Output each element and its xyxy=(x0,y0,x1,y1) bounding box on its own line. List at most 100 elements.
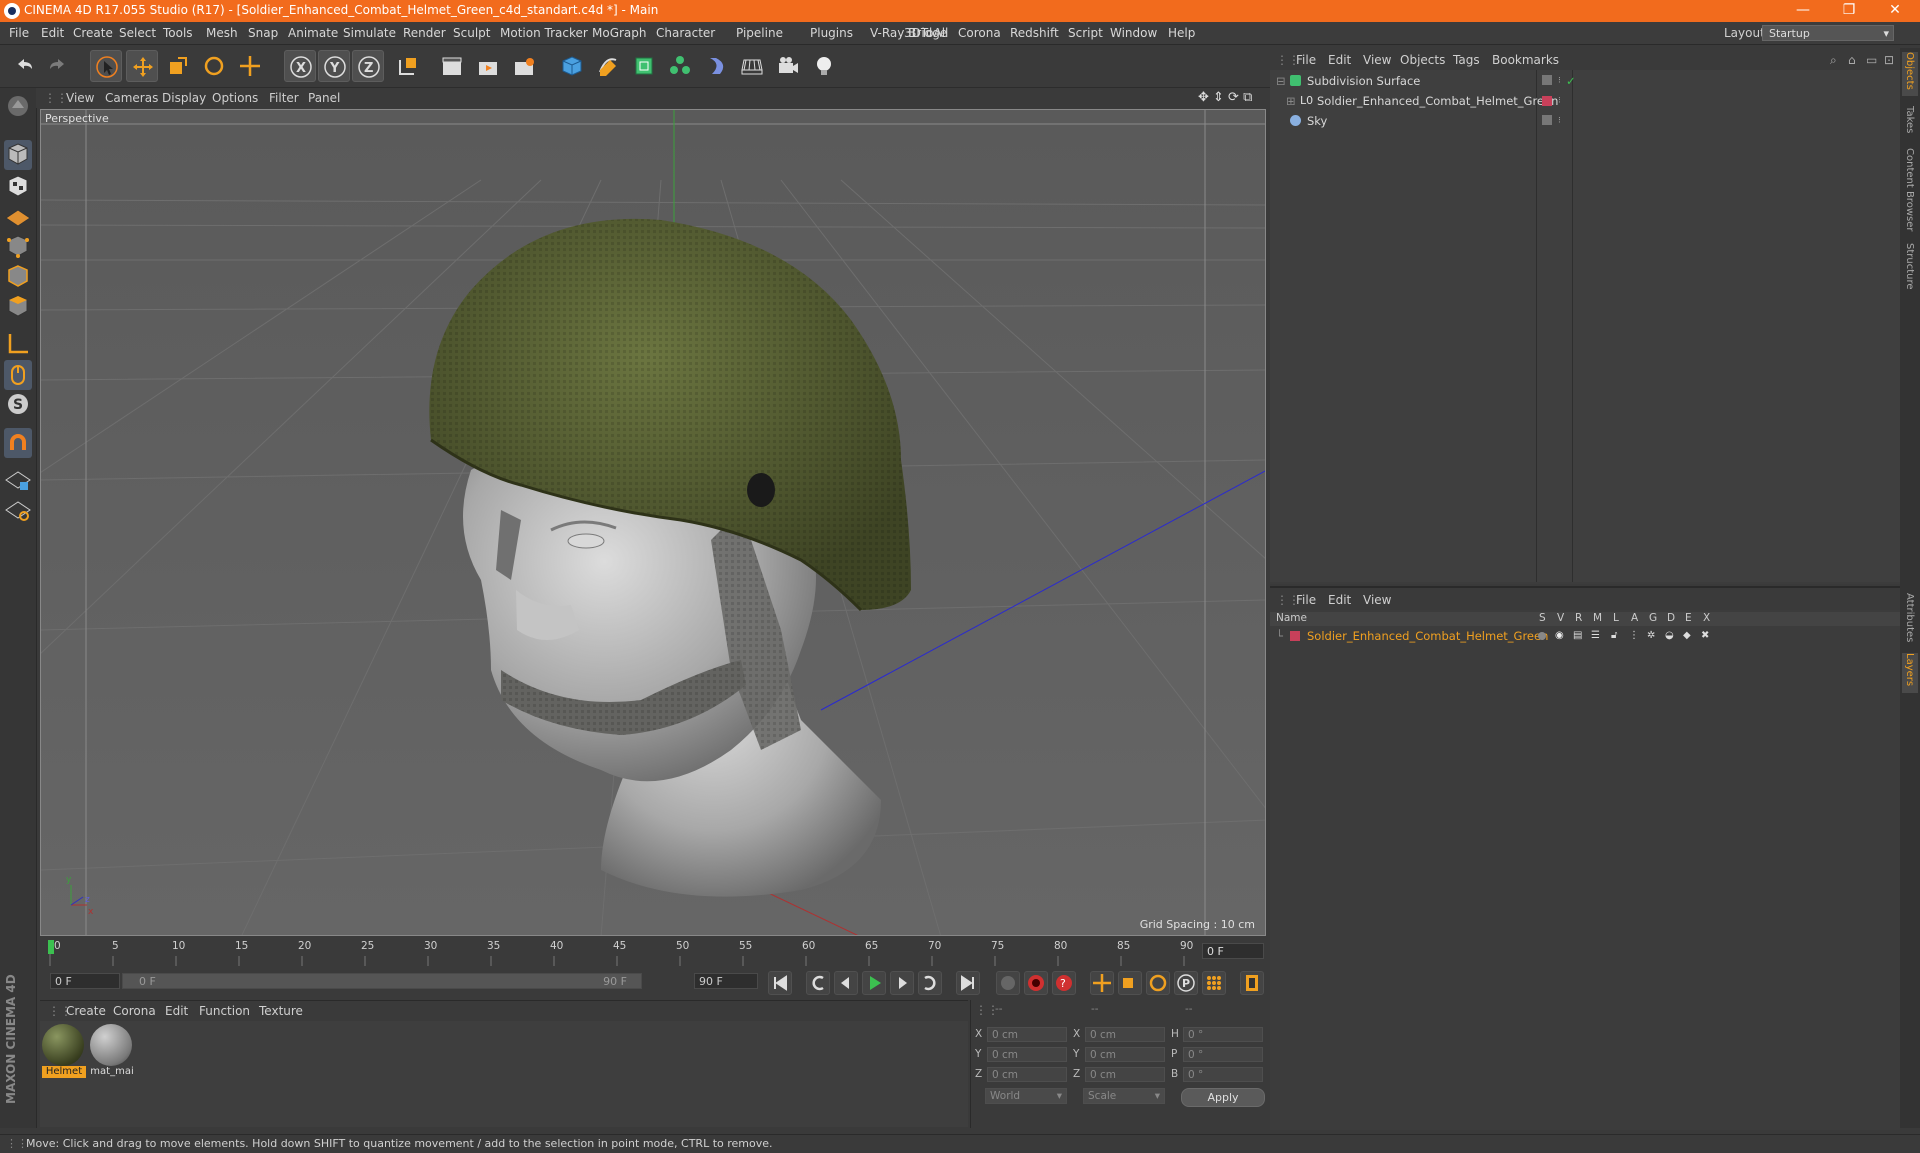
redo-button[interactable] xyxy=(42,50,74,82)
locked-workplane-button[interactable] xyxy=(4,466,32,496)
viewport-nav-icons[interactable]: ✥ ⇕ ⟳ ⧉ xyxy=(1198,90,1252,105)
tab-objects[interactable]: Objects xyxy=(1902,52,1918,96)
menu-redshift[interactable]: Redshift xyxy=(1010,26,1059,40)
expression-icon[interactable]: ◆ xyxy=(1683,628,1691,644)
menu-3dtoall[interactable]: 3DToAll xyxy=(904,26,948,40)
texture-mode-button[interactable] xyxy=(4,172,32,202)
menu-script[interactable]: Script xyxy=(1068,26,1103,40)
generator-icon[interactable]: ✲ xyxy=(1647,628,1655,644)
viewport-menu-options[interactable]: Options xyxy=(212,91,258,105)
menu-select[interactable]: Select xyxy=(119,26,156,40)
tree-expand-icon[interactable]: ⊞ xyxy=(1286,92,1296,110)
solo-toggle-icon[interactable] xyxy=(1538,632,1546,640)
search-icon[interactable]: ⌕ xyxy=(1830,53,1837,68)
model-mode-button[interactable] xyxy=(4,140,32,170)
axis-mode-button[interactable] xyxy=(4,330,32,360)
add-mograph-button[interactable] xyxy=(664,50,696,82)
add-spline-button[interactable] xyxy=(592,50,624,82)
coordinate-space-select[interactable]: World ▾ xyxy=(985,1088,1067,1104)
snap-button[interactable]: S xyxy=(4,390,32,420)
live-selection-button[interactable] xyxy=(90,50,122,82)
current-frame-field[interactable]: 0 F xyxy=(1202,943,1264,959)
rot-b-field[interactable]: 0 ° xyxy=(1183,1067,1263,1082)
objects-menu-edit[interactable]: Edit xyxy=(1328,53,1351,67)
object-row-sky[interactable]: Sky ⁝ xyxy=(1270,112,1900,130)
play-button[interactable] xyxy=(862,971,886,995)
menu-render[interactable]: Render xyxy=(403,26,446,40)
viewport-menu-panel[interactable]: Panel xyxy=(308,91,340,105)
add-light-button[interactable] xyxy=(808,50,840,82)
layer-row[interactable]: └ Soldier_Enhanced_Combat_Helmet_Green ◉… xyxy=(1270,628,1900,644)
workplane-mode-button[interactable] xyxy=(4,202,32,232)
go-to-end-button[interactable] xyxy=(956,971,980,995)
menu-corona[interactable]: Corona xyxy=(958,26,1001,40)
lock-icon[interactable]: 🔓︎ xyxy=(1611,628,1617,644)
apply-button[interactable]: Apply xyxy=(1181,1088,1265,1107)
objects-menu-tags[interactable]: Tags xyxy=(1453,53,1480,67)
pos-x-field[interactable]: 0 cm xyxy=(987,1027,1067,1042)
menu-tools[interactable]: Tools xyxy=(163,26,193,40)
add-deformer-button[interactable] xyxy=(700,50,732,82)
size-y-field[interactable]: 0 cm xyxy=(1085,1047,1165,1062)
edges-mode-button[interactable] xyxy=(4,262,32,292)
tab-attributes[interactable]: Attributes xyxy=(1902,593,1918,649)
material-menu-function[interactable]: Function xyxy=(199,1004,250,1018)
frame-range-slider[interactable]: 0 F 90 F xyxy=(122,973,642,989)
xref-icon[interactable]: ✖ xyxy=(1701,628,1709,644)
animation-icon[interactable]: ⋮ xyxy=(1629,628,1639,644)
menu-mesh[interactable]: Mesh xyxy=(206,26,238,40)
render-to-picture-viewer-button[interactable] xyxy=(472,50,504,82)
tab-takes[interactable]: Takes xyxy=(1902,106,1918,142)
object-row-helmet[interactable]: ⊞ L0 Soldier_Enhanced_Combat_Helmet_Gree… xyxy=(1270,92,1900,110)
material-menu-corona[interactable]: Corona xyxy=(113,1004,156,1018)
coordinate-system-button[interactable] xyxy=(392,50,424,82)
new-view-icon[interactable]: ▭ xyxy=(1866,53,1877,67)
menu-snap[interactable]: Snap xyxy=(248,26,278,40)
move-tool-button[interactable] xyxy=(126,50,158,82)
end-frame-field[interactable]: 90 F xyxy=(694,973,758,989)
visibility-dots-icon[interactable]: ⁝ xyxy=(1558,72,1561,90)
previous-key-button[interactable] xyxy=(806,971,830,995)
objects-menu-bookmarks[interactable]: Bookmarks xyxy=(1492,53,1559,67)
enable-snap-button[interactable] xyxy=(4,428,32,458)
minimize-button[interactable]: — xyxy=(1780,0,1826,22)
timeline-ruler[interactable]: 0 5 10 15 20 25 30 35 40 45 50 55 60 65 … xyxy=(40,938,1266,968)
viewport-menu-display[interactable]: Display xyxy=(162,91,206,105)
menu-motion-tracker[interactable]: Motion Tracker xyxy=(500,26,588,40)
key-position-button[interactable] xyxy=(1090,971,1114,995)
visibility-dots-icon[interactable]: ⁝ xyxy=(1558,92,1561,110)
objects-menu-view[interactable]: View xyxy=(1363,53,1391,67)
autokey-button[interactable]: ? xyxy=(1052,971,1076,995)
restore-button[interactable]: ❐ xyxy=(1826,0,1872,22)
menu-sculpt[interactable]: Sculpt xyxy=(453,26,490,40)
next-key-button[interactable] xyxy=(918,971,942,995)
polygons-mode-button[interactable] xyxy=(4,292,32,322)
y-axis-button[interactable]: Y xyxy=(318,50,350,82)
rotate-tool-button[interactable] xyxy=(198,50,230,82)
menu-edit[interactable]: Edit xyxy=(41,26,64,40)
layers-menu-file[interactable]: File xyxy=(1296,593,1316,607)
home-icon[interactable]: ⌂ xyxy=(1848,53,1856,67)
recent-tool-button[interactable] xyxy=(234,50,266,82)
menu-create[interactable]: Create xyxy=(73,26,113,40)
menu-plugins[interactable]: Plugins xyxy=(810,26,853,40)
pos-z-field[interactable]: 0 cm xyxy=(987,1067,1067,1082)
rot-h-field[interactable]: 0 ° xyxy=(1183,1027,1263,1042)
timeline-window-button[interactable] xyxy=(1240,971,1264,995)
material-menu-texture[interactable]: Texture xyxy=(259,1004,303,1018)
enabled-check-icon[interactable]: ✓ xyxy=(1566,72,1576,90)
layer-color-swatch[interactable] xyxy=(1542,96,1552,106)
size-z-field[interactable]: 0 cm xyxy=(1085,1067,1165,1082)
eye-icon[interactable]: ◉ xyxy=(1555,628,1564,644)
key-pla-button[interactable] xyxy=(1202,971,1226,995)
size-mode-select[interactable]: Scale ▾ xyxy=(1083,1088,1165,1104)
add-nurbs-button[interactable] xyxy=(628,50,660,82)
visibility-dots-icon[interactable]: ⁝ xyxy=(1558,112,1561,130)
next-frame-button[interactable] xyxy=(890,971,914,995)
add-cube-button[interactable] xyxy=(556,50,588,82)
viewport-menu-cameras[interactable]: Cameras xyxy=(105,91,158,105)
material-menu-create[interactable]: Create xyxy=(66,1004,106,1018)
add-camera-button[interactable] xyxy=(772,50,804,82)
motion-record-button[interactable] xyxy=(996,971,1020,995)
size-x-field[interactable]: 0 cm xyxy=(1085,1027,1165,1042)
